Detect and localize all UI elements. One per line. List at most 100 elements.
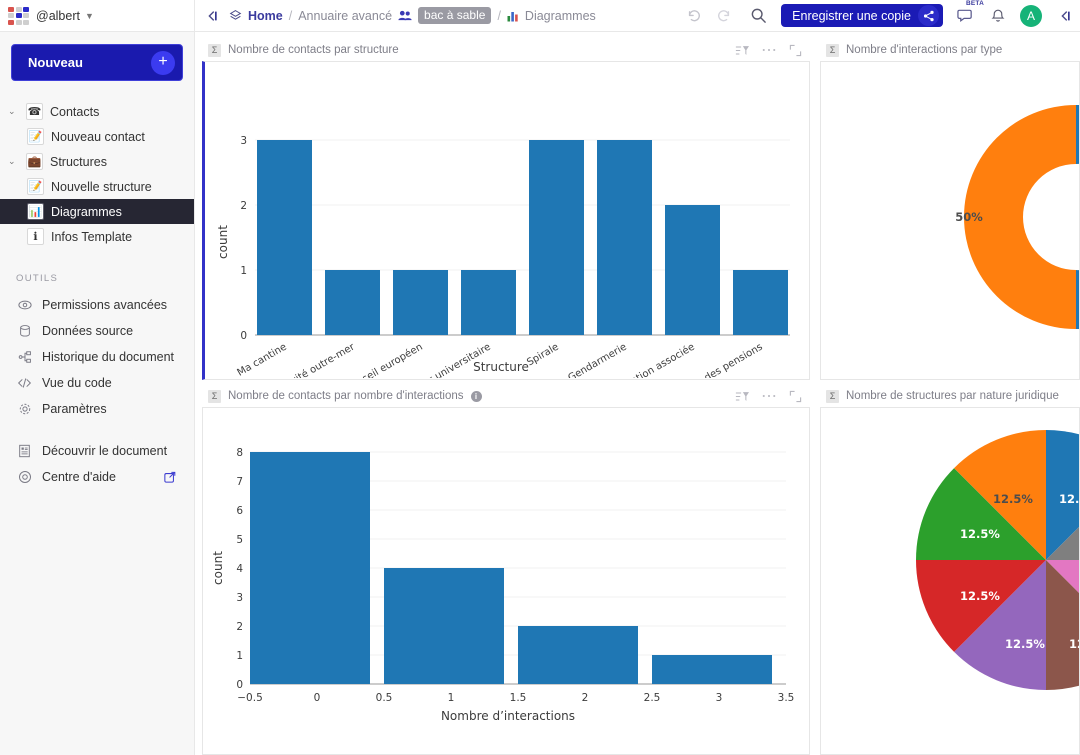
search-icon[interactable] bbox=[750, 7, 767, 24]
breadcrumb-separator-1: / bbox=[288, 8, 293, 23]
summary-sigma-icon: Σ bbox=[826, 43, 839, 57]
help-icon bbox=[17, 470, 32, 484]
widget-contacts-par-structure: Σ Nombre de contacts par structure 0 1 2… bbox=[202, 39, 810, 380]
grist-app-window: @albert ▼ Home / Annuaire avancé bac à s… bbox=[0, 0, 1080, 755]
collapse-right-icon[interactable] bbox=[1058, 9, 1072, 23]
tool-item-decouvrir[interactable]: Découvrir le document bbox=[0, 438, 194, 464]
info-icon[interactable]: i bbox=[470, 390, 482, 402]
chevron-down-icon[interactable]: ⌄ bbox=[8, 106, 19, 117]
beta-badge: BETA bbox=[965, 0, 984, 7]
code-icon bbox=[17, 376, 32, 390]
sidebar-item-nouvelle-structure[interactable]: 📝 Nouvelle structure bbox=[0, 174, 194, 199]
save-copy-button[interactable]: Enregistrer une copie bbox=[781, 4, 943, 27]
avatar[interactable]: A bbox=[1020, 4, 1042, 27]
svg-text:Spirale: Spirale bbox=[525, 342, 561, 369]
new-button-label: Nouveau bbox=[28, 55, 83, 70]
tool-item-parametres[interactable]: Paramètres bbox=[0, 396, 194, 422]
sidebar-item-diagrammes[interactable]: 📊 Diagrammes bbox=[0, 199, 194, 224]
sidebar-item-structures[interactable]: ⌄ 💼 Structures bbox=[0, 149, 194, 174]
histogram-interactions[interactable]: 0 1 2 3 4 5 6 7 8 count −0.5 0 0.5 1 1.5… bbox=[203, 408, 808, 730]
svg-text:3: 3 bbox=[236, 592, 243, 604]
pie-slice-label: 12.5% bbox=[960, 527, 1000, 541]
bar-chart-structure[interactable]: 0 1 2 3 count Ma cantine Collectivité ou… bbox=[205, 62, 810, 378]
widget-contacts-par-nb-interactions: Σ Nombre de contacts par nombre d'intera… bbox=[202, 385, 810, 755]
tool-item-vue-du-code[interactable]: Vue du code bbox=[0, 370, 194, 396]
tool-item-label: Vue du code bbox=[42, 376, 112, 390]
document-icon bbox=[17, 444, 32, 458]
breadcrumb: Home / Annuaire avancé bac à sable / Dia… bbox=[229, 7, 686, 24]
undo-redo-group bbox=[686, 8, 732, 24]
svg-text:2: 2 bbox=[236, 621, 243, 633]
widget-title: Nombre de contacts par structure bbox=[228, 44, 399, 56]
user-menu[interactable]: @albert ▼ bbox=[36, 9, 94, 23]
svg-text:0.5: 0.5 bbox=[376, 692, 393, 704]
expand-icon[interactable] bbox=[789, 44, 802, 57]
filter-sort-icon[interactable] bbox=[735, 390, 749, 403]
tool-item-centre-aide[interactable]: Centre d'aide bbox=[0, 464, 194, 490]
widget-body[interactable]: 12.5% 12.5% 12.5% 12.5% 12.5% 12.5% bbox=[820, 407, 1080, 755]
more-options-icon[interactable] bbox=[762, 47, 776, 53]
svg-text:6: 6 bbox=[236, 505, 243, 517]
summary-sigma-icon: Σ bbox=[208, 389, 221, 403]
collapse-left-icon[interactable] bbox=[205, 9, 219, 23]
expand-icon[interactable] bbox=[789, 390, 802, 403]
left-sidebar: Nouveau + ⌄ ☎ Contacts 📝 Nouveau contact… bbox=[0, 32, 195, 755]
external-link-icon[interactable] bbox=[164, 471, 176, 483]
svg-text:0: 0 bbox=[314, 692, 321, 704]
tool-item-permissions[interactable]: Permissions avancées bbox=[0, 292, 194, 318]
user-name: @albert bbox=[36, 8, 80, 23]
plus-icon: + bbox=[151, 50, 175, 75]
note-pencil-icon: 📝 bbox=[27, 128, 44, 145]
sidebar-item-label: Nouveau contact bbox=[51, 129, 145, 144]
filter-sort-icon[interactable] bbox=[735, 44, 749, 57]
widget-title: Nombre de contacts par nombre d'interact… bbox=[228, 390, 464, 402]
widget-body[interactable]: 0 1 2 3 count Ma cantine Collectivité ou… bbox=[202, 61, 810, 380]
sidebar-item-label: Nouvelle structure bbox=[51, 179, 152, 194]
new-button[interactable]: Nouveau + bbox=[11, 44, 183, 81]
tool-item-label: Paramètres bbox=[42, 402, 107, 416]
pie-chart-nature-juridique[interactable]: 12.5% 12.5% 12.5% 12.5% 12.5% 12.5% bbox=[821, 408, 1080, 730]
svg-text:Structure: Structure bbox=[473, 360, 529, 374]
undo-icon[interactable] bbox=[686, 8, 702, 24]
sidebar-item-label: Structures bbox=[50, 154, 107, 169]
sidebar-item-label: Diagrammes bbox=[51, 204, 122, 219]
chevron-down-icon[interactable]: ⌄ bbox=[8, 156, 19, 167]
history-icon bbox=[17, 350, 32, 364]
svg-text:3: 3 bbox=[240, 135, 247, 147]
widget-interactions-par-type: Σ Nombre d'interactions par type 50% bbox=[820, 39, 1080, 380]
tool-item-label: Données source bbox=[42, 324, 134, 338]
redo-icon[interactable] bbox=[716, 8, 732, 24]
bar-chart-icon bbox=[507, 10, 519, 22]
top-bar: @albert ▼ Home / Annuaire avancé bac à s… bbox=[0, 0, 1080, 32]
app-body: Nouveau + ⌄ ☎ Contacts 📝 Nouveau contact… bbox=[0, 32, 1080, 755]
share-icon bbox=[918, 5, 939, 26]
tool-item-historique[interactable]: Historique du document bbox=[0, 344, 194, 370]
breadcrumb-page[interactable]: Diagrammes bbox=[525, 9, 596, 23]
sidebar-item-nouveau-contact[interactable]: 📝 Nouveau contact bbox=[0, 124, 194, 149]
donut-chart-interactions[interactable]: 50% bbox=[821, 62, 1080, 378]
svg-text:0: 0 bbox=[236, 679, 243, 691]
widget-body[interactable]: 50% bbox=[820, 61, 1080, 380]
widget-grid: Σ Nombre de contacts par structure 0 1 2… bbox=[195, 32, 1080, 755]
tool-item-donnees-source[interactable]: Données source bbox=[0, 318, 194, 344]
widget-actions bbox=[735, 390, 802, 403]
sidebar-item-contacts[interactable]: ⌄ ☎ Contacts bbox=[0, 99, 194, 124]
tool-item-label: Permissions avancées bbox=[42, 298, 168, 312]
widget-body[interactable]: 0 1 2 3 4 5 6 7 8 count −0.5 0 0.5 1 1.5… bbox=[202, 407, 810, 755]
breadcrumb-sandbox-chip[interactable]: bac à sable bbox=[418, 7, 492, 24]
sidebar-item-infos-template[interactable]: ℹ Infos Template bbox=[0, 224, 194, 249]
breadcrumb-doc[interactable]: Annuaire avancé bbox=[298, 9, 392, 23]
svg-text:4: 4 bbox=[236, 563, 243, 575]
more-options-icon[interactable] bbox=[762, 393, 776, 399]
pie-slice-label: 12.5% bbox=[1005, 637, 1045, 651]
database-icon bbox=[17, 324, 32, 338]
svg-text:count: count bbox=[211, 551, 225, 585]
note-pencil-icon: 📝 bbox=[27, 178, 44, 195]
svg-text:1: 1 bbox=[236, 650, 243, 662]
svg-text:8: 8 bbox=[236, 447, 243, 459]
breadcrumb-home[interactable]: Home bbox=[248, 9, 283, 23]
chat-icon[interactable]: BETA bbox=[957, 0, 984, 24]
widget-header: Σ Nombre de structures par nature juridi… bbox=[820, 385, 1080, 407]
bell-icon[interactable] bbox=[990, 8, 1006, 24]
top-bar-right: Home / Annuaire avancé bac à sable / Dia… bbox=[195, 0, 1080, 31]
